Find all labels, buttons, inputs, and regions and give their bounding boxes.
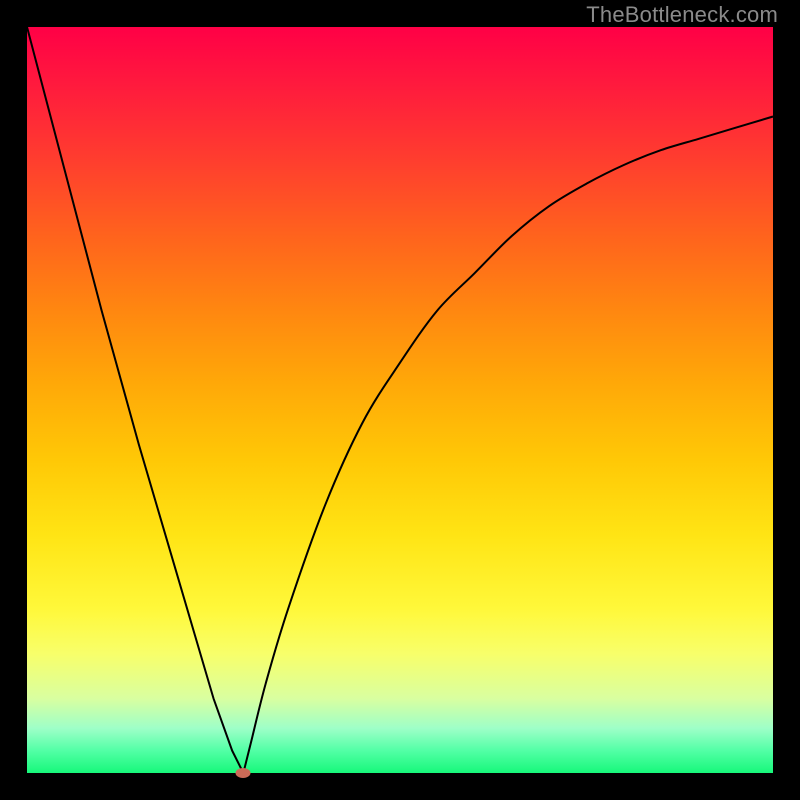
watermark-text: TheBottleneck.com	[586, 2, 778, 28]
chart-curve-svg	[27, 27, 773, 773]
minimum-marker-dot	[236, 768, 251, 778]
chart-plot-area	[27, 27, 773, 773]
bottleneck-curve	[27, 27, 773, 773]
